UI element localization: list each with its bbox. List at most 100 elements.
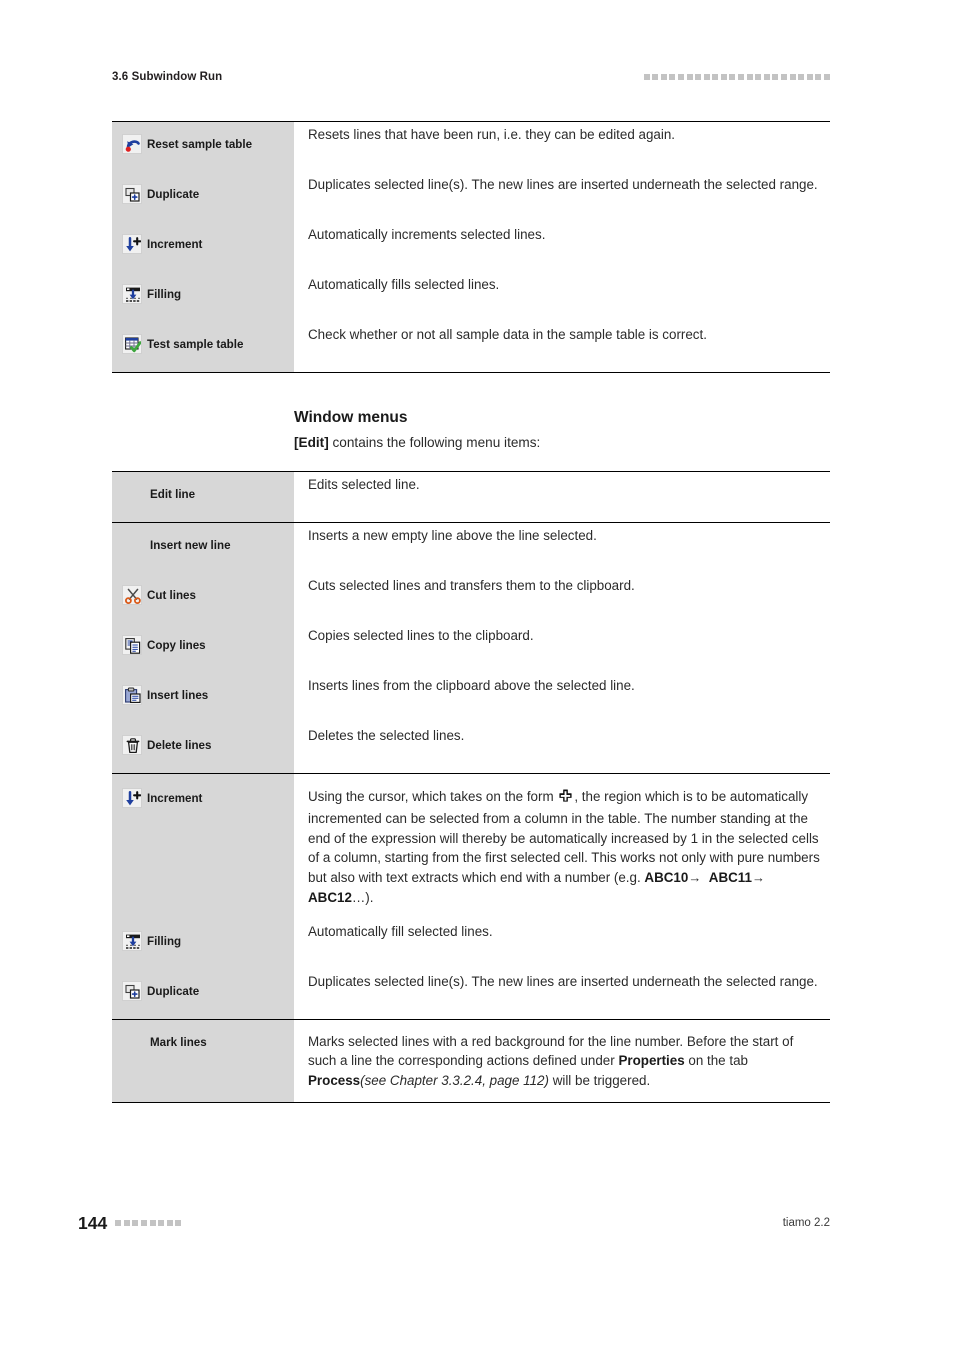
paste-icon [122,685,142,705]
menu-item-description: Duplicates selected line(s). The new lin… [308,177,818,192]
row-description-cell: Check whether or not all sample data in … [294,322,830,373]
menu-item-label-group[interactable]: Test sample table [112,322,294,372]
row-description-cell: Duplicates selected line(s). The new lin… [294,172,830,222]
increment-arrow-2: → [751,869,765,885]
document-page: 3.6 Subwindow Run Reset sample table Rese… [0,0,954,1350]
menu-item-description: Inserts a new empty line above the line … [308,528,597,543]
mark-text-part3: will be triggered. [548,1072,651,1088]
table-row-increment: Increment Using the cursor, which takes o… [112,774,830,920]
row-label-cell: Filling [112,919,294,970]
menu-item-label-group[interactable]: Duplicate [112,969,294,1020]
menu-item-description: Edits selected line. [308,477,420,492]
menu-item-label: Filling [147,288,182,301]
page-header: 3.6 Subwindow Run [112,66,830,88]
test-sample-table-icon [122,334,142,354]
row-description-cell: Inserts a new empty line above the line … [294,523,830,574]
row-description-cell: Automatically fills selected lines. [294,272,830,322]
menu-item-label: Copy lines [147,639,206,652]
row-description-cell: Cuts selected lines and transfers them t… [294,573,830,623]
toolbar-table-body: Reset sample table Resets lines that have… [112,121,830,373]
table-row-mark-lines: Mark lines Marks selected lines with a re… [112,1019,830,1104]
edit-menu-table-body: Edit line Edits selected line. Insert new … [112,471,830,1104]
row-description-cell: Resets lines that have been run, i.e. th… [294,121,830,172]
menu-item-description: Deletes the selected lines. [308,728,465,743]
mark-text-part2: on the tab [684,1053,748,1069]
menu-item-label-group[interactable]: Duplicate [112,172,294,222]
footer-product-version: tiamo 2.2 [782,1217,830,1229]
row-description-cell: Copies selected lines to the clipboard. [294,623,830,673]
menu-item-description: Check whether or not all sample data in … [308,327,707,342]
menu-item-label-group[interactable]: Copy lines [112,623,294,673]
menu-item-label: Mark lines [150,1036,207,1050]
menu-item-label-group[interactable]: Filling [112,272,294,322]
menu-item-description: Resets lines that have been run, i.e. th… [308,127,676,142]
menu-item-description: Automatically increments selected lines. [308,227,546,242]
menu-item-description: Cuts selected lines and transfers them t… [308,578,635,593]
row-label-cell: Copy lines [112,623,294,673]
row-label-cell: Cut lines [112,573,294,623]
menu-item-label-group[interactable]: Insert lines [112,673,294,723]
menu-item-label-group[interactable]: Reset sample table [112,122,294,172]
crosshair-cursor-icon [558,789,573,809]
table-row-filling: Filling Automatically fill selected lines… [112,919,830,970]
row-label-cell: Edit line [112,471,294,523]
row-label-cell: Increment [112,222,294,272]
increment-example-3: ABC12 [308,889,352,905]
copy-icon [122,635,142,655]
row-label-cell: Reset sample table [112,121,294,172]
header-section-title: 3.6 Subwindow Run [112,71,223,83]
row-description-cell: Marks selected lines with a red backgrou… [294,1019,830,1104]
menu-item-label: Duplicate [147,985,200,999]
menu-item-label: Test sample table [147,338,244,351]
row-description-cell: Using the cursor, which takes on the for… [294,774,830,920]
menu-item-label-group[interactable]: Delete lines [112,723,294,773]
menu-item-description: Duplicates selected line(s). The new lin… [308,974,818,990]
footer-left: 144 [78,1213,182,1234]
toolbar-commands-table: Reset sample table Resets lines that have… [112,121,830,373]
edit-menu-table: Edit line Edits selected line. Insert new … [112,471,830,1104]
page-footer: 144 tiamo 2.2 [78,1212,830,1234]
table-row: Filling Automatically fills selected line… [112,272,830,322]
table-row: Reset sample table Resets lines that have… [112,121,830,172]
menu-item-label-group[interactable]: Mark lines [112,1020,294,1071]
menu-item-label-group[interactable]: Filling [112,919,294,970]
menu-item-label-group[interactable]: Insert new line [112,523,294,573]
menu-item-label: Cut lines [147,589,196,602]
row-label-cell: Test sample table [112,322,294,373]
menu-item-description: Inserts lines from the clipboard above t… [308,678,635,693]
row-label-cell: Filling [112,272,294,322]
row-label-cell: Increment [112,774,294,920]
menu-item-label: Delete lines [147,739,212,752]
row-description-cell: Inserts lines from the clipboard above t… [294,673,830,723]
row-label-cell: Duplicate [112,969,294,1021]
mark-bold-process: Process [308,1072,361,1088]
duplicate-icon [122,981,142,1002]
trash-icon [122,735,142,755]
table-row: Duplicate Duplicates selected line(s). Th… [112,172,830,222]
table-row: Insert lines Inserts lines from the clipb… [112,673,830,723]
row-label-cell: Insert lines [112,673,294,723]
menu-item-label-group[interactable]: Increment [112,222,294,272]
menu-item-label-group[interactable]: Increment [112,774,294,826]
footer-marker-squares [115,1220,182,1226]
row-label-cell: Mark lines [112,1019,294,1104]
menu-item-label-group[interactable]: Cut lines [112,573,294,623]
filling-icon [122,931,142,952]
increment-text-part3: …). [351,889,374,905]
increment-icon [122,234,142,254]
table-row: Increment Automatically increments select… [112,222,830,272]
row-label-cell: Insert new line [112,523,294,573]
filling-icon [122,284,142,304]
increment-arrow-1: → [688,869,702,885]
row-description-cell: Duplicates selected line(s). The new lin… [294,969,830,1021]
header-marker-squares [643,74,830,80]
duplicate-icon [122,184,142,204]
table-row: Test sample table Check whether or not al… [112,322,830,373]
section-intro-bold: [Edit] [294,435,329,450]
row-description-cell: Automatically increments selected lines. [294,222,830,272]
row-description-cell: Edits selected line. [294,471,830,523]
menu-item-label: Duplicate [147,188,200,201]
menu-item-label-group[interactable]: Edit line [112,472,294,522]
increment-text-part1: Using the cursor, which takes on the for… [308,789,558,804]
menu-item-label: Edit line [150,488,196,501]
